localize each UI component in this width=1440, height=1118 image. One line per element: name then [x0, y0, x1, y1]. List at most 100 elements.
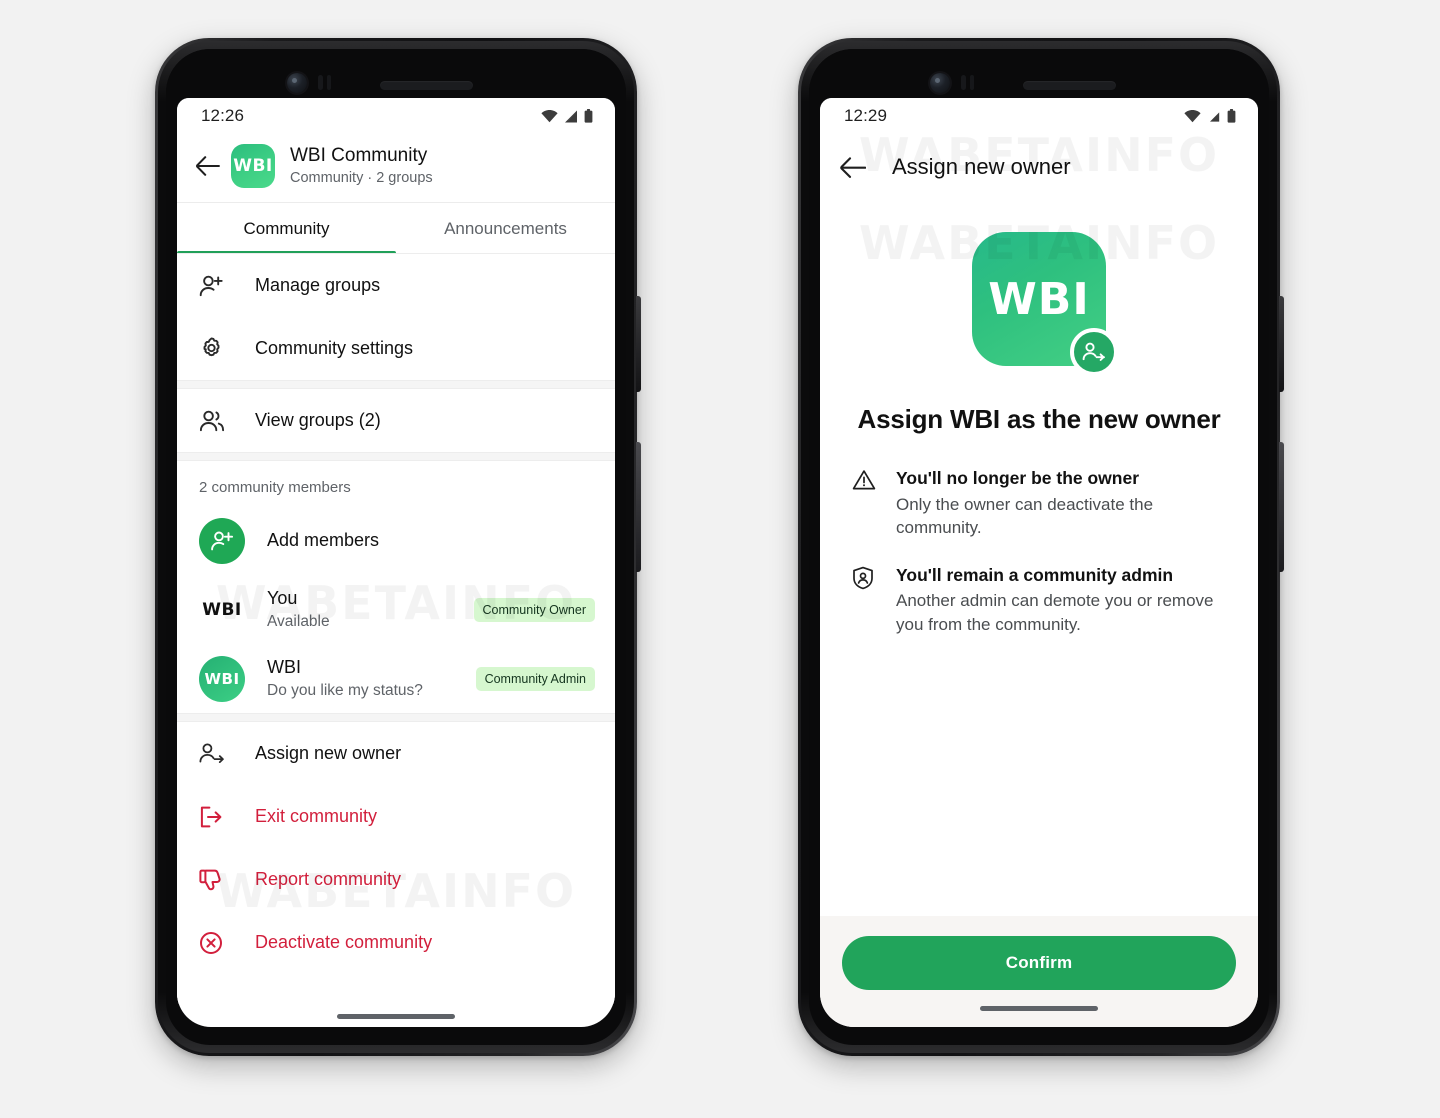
app-bar-text: WBI Community Community · 2 groups [290, 145, 433, 187]
people-icon [199, 409, 229, 433]
phone-right: 12:29 Assign new owner WBI Assign WBI as… [798, 38, 1284, 1056]
battery-icon [1227, 109, 1236, 123]
bottom-spacer [177, 974, 615, 1004]
earpiece-speaker [1023, 81, 1116, 90]
avatar: WBI [199, 587, 245, 633]
member-row-add[interactable]: Add members [177, 506, 615, 575]
info-item-admin: You'll remain a community admin Another … [852, 564, 1224, 637]
power-button[interactable] [1279, 442, 1284, 572]
action-deactivate-community[interactable]: Deactivate community [177, 911, 615, 974]
screen-right: 12:29 Assign new owner WBI Assign WBI as… [820, 98, 1258, 1027]
member-row-you[interactable]: WBI You Available Community Owner [177, 575, 615, 644]
phone-bezel: 12:26 WBI WBI Community Community · 2 gr… [166, 49, 626, 1045]
status-time: 12:29 [844, 106, 888, 125]
home-indicator[interactable] [980, 1006, 1098, 1011]
menu-item-label: View groups (2) [255, 410, 381, 430]
info-desc: Another admin can demote you or remove y… [896, 591, 1214, 634]
signal-icon [564, 110, 578, 123]
person-add-icon [199, 274, 229, 298]
avatar-label: WBI [202, 599, 242, 620]
member-status: Do you like my status? [267, 681, 423, 699]
assign-owner-icon [1070, 328, 1118, 376]
status-bar: 12:26 [177, 98, 615, 134]
front-camera-icon [930, 73, 950, 93]
confirm-button[interactable]: Confirm [842, 936, 1236, 990]
proximity-sensor-icon [961, 75, 966, 90]
member-name: Add members [267, 530, 380, 550]
back-arrow-icon[interactable] [836, 150, 870, 184]
community-icon-label: WBI [988, 273, 1090, 325]
avatar: WBI [199, 655, 245, 702]
hero-title: Assign WBI as the new owner [857, 404, 1221, 434]
assign-owner-icon [199, 742, 229, 765]
close-circle-icon [199, 931, 229, 955]
section-divider [177, 380, 615, 389]
hero-section: WBI Assign WBI as the new owner [820, 202, 1258, 435]
avatar-label: WBI [204, 669, 240, 688]
shield-person-icon [852, 564, 878, 637]
menu-item-label: Community settings [255, 338, 414, 358]
add-member-icon [199, 517, 245, 564]
members-header: 2 community members [199, 479, 351, 496]
page-root: 12:26 WBI WBI Community Community · 2 gr… [0, 0, 1440, 1118]
member-text: WBI Do you like my status? [267, 656, 476, 701]
screen-left: 12:26 WBI WBI Community Community · 2 gr… [177, 98, 615, 1027]
battery-icon [584, 109, 593, 123]
page-title: Assign new owner [892, 154, 1071, 179]
action-label: Report community [255, 869, 402, 889]
light-sensor-icon [970, 75, 974, 90]
home-indicator[interactable] [177, 1014, 615, 1019]
actions-section: Assign new owner Exit community Report c… [177, 722, 615, 974]
tab-announcements[interactable]: Announcements [396, 203, 615, 254]
warning-triangle-icon [852, 467, 878, 540]
phone-bezel: 12:29 Assign new owner WBI Assign WBI as… [809, 49, 1269, 1045]
members-section: 2 community members Add members WBI You … [177, 461, 615, 713]
avatar-label: WBI [233, 156, 273, 176]
menu-section-primary: Manage groups Community settings [177, 254, 615, 380]
action-label: Assign new owner [255, 743, 402, 763]
menu-item-community-settings[interactable]: Community settings [177, 317, 615, 380]
light-sensor-icon [327, 75, 331, 90]
thumbs-down-icon [199, 868, 229, 892]
member-name: WBI [267, 657, 301, 678]
volume-button[interactable] [1279, 296, 1284, 392]
volume-button[interactable] [636, 296, 641, 392]
info-list: WABETAINFO WABETAINFO You'll no longer b… [820, 128, 1258, 637]
info-body: You'll remain a community admin Another … [896, 564, 1224, 637]
info-body: You'll no longer be the owner Only the o… [896, 467, 1224, 540]
wifi-icon [1184, 109, 1201, 123]
app-bar: Assign new owner [820, 134, 1258, 202]
menu-item-view-groups[interactable]: View groups (2) [177, 389, 615, 452]
info-title: You'll no longer be the owner [896, 468, 1140, 488]
front-camera-icon [287, 73, 307, 93]
power-button[interactable] [636, 442, 641, 572]
menu-item-manage-groups[interactable]: Manage groups [177, 254, 615, 317]
proximity-sensor-icon [318, 75, 323, 90]
content-list: WABETAINFO WABETAINFO Manage groups [177, 254, 615, 1004]
tab-community[interactable]: Community [177, 203, 396, 254]
menu-item-label: Manage groups [255, 275, 381, 295]
status-icons [1184, 109, 1236, 123]
community-icon: WBI [972, 232, 1118, 376]
info-desc: Only the owner can deactivate the commun… [896, 494, 1154, 538]
status-bar: 12:29 [820, 98, 1258, 134]
footer-bar: Confirm [820, 916, 1258, 1027]
menu-section-groups: View groups (2) [177, 389, 615, 452]
action-exit-community[interactable]: Exit community [177, 785, 615, 848]
status-badge: Community Admin [475, 666, 595, 691]
member-status: Available [267, 612, 330, 630]
status-icons [541, 109, 593, 123]
member-text: You Available [267, 587, 474, 632]
action-assign-new-owner[interactable]: Assign new owner [177, 722, 615, 785]
back-arrow-icon[interactable] [191, 149, 225, 183]
status-badge: Community Owner [473, 597, 595, 622]
wifi-icon [541, 109, 558, 123]
info-item-owner: You'll no longer be the owner Only the o… [852, 467, 1224, 540]
member-row-wbi[interactable]: WBI WBI Do you like my status? Community… [177, 644, 615, 713]
tab-bar: Community Announcements [177, 202, 615, 254]
status-time: 12:26 [201, 106, 245, 125]
action-label: Exit community [255, 806, 378, 826]
action-report-community[interactable]: Report community [177, 848, 615, 911]
community-avatar[interactable]: WBI [231, 144, 275, 188]
info-title: You'll remain a community admin [896, 564, 1174, 585]
